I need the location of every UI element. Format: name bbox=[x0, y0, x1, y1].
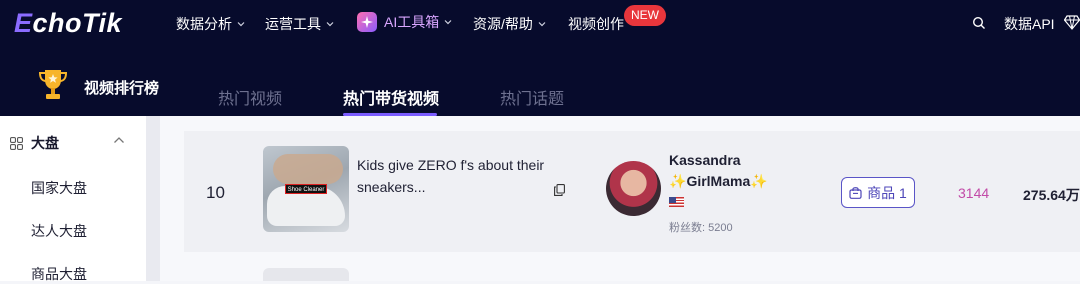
metric-value-a: 3144 bbox=[958, 185, 990, 201]
products-button[interactable]: 商品 1 bbox=[841, 177, 915, 208]
nav-label: 数据分析 bbox=[176, 16, 232, 32]
chevron-down-icon bbox=[538, 22, 546, 27]
video-title[interactable]: Kids give ZERO f's about their sneakers.… bbox=[357, 154, 557, 198]
sidebar-item-country[interactable]: 国家大盘 bbox=[31, 178, 87, 198]
sidebar-scrollbar[interactable] bbox=[146, 116, 160, 281]
rank-number: 10 bbox=[206, 183, 225, 202]
thumbnail-caption: Shoe Cleaner bbox=[285, 184, 327, 194]
nav-video-creation[interactable]: 视频创作 bbox=[568, 14, 624, 34]
nav-ops-tools[interactable]: 运营工具 bbox=[265, 14, 335, 34]
sparkle-icon: ✨ bbox=[669, 173, 687, 189]
us-flag-icon bbox=[669, 197, 684, 207]
next-row-thumbnail bbox=[263, 268, 349, 281]
trophy-icon bbox=[38, 70, 68, 99]
nav-resources-help[interactable]: 资源/帮助 bbox=[473, 14, 547, 34]
logo[interactable]: EchoTik bbox=[14, 8, 122, 39]
chevron-down-icon bbox=[444, 20, 452, 25]
chevron-down-icon bbox=[237, 22, 245, 27]
tab-hot-topics[interactable]: 热门话题 bbox=[500, 85, 564, 109]
sparkle-icon bbox=[357, 12, 377, 32]
nav-label: 资源/帮助 bbox=[473, 16, 533, 32]
shopping-bag-icon bbox=[849, 187, 862, 199]
chevron-down-icon bbox=[326, 22, 334, 27]
video-thumbnail[interactable]: Shoe Cleaner bbox=[263, 146, 349, 232]
tab-hot-selling-videos[interactable]: 热门带货视频 bbox=[343, 85, 439, 109]
copy-icon[interactable] bbox=[554, 184, 565, 196]
new-badge: NEW bbox=[624, 5, 666, 26]
sidebar-item-creators[interactable]: 达人大盘 bbox=[31, 221, 87, 241]
creator-name[interactable]: Kassandra bbox=[669, 152, 741, 168]
nav-label: 视频创作 bbox=[568, 16, 624, 32]
page-title: 视频排行榜 bbox=[84, 80, 160, 97]
tab-hot-videos[interactable]: 热门视频 bbox=[218, 85, 282, 109]
sidebar-section-label: 大盘 bbox=[31, 135, 59, 151]
creator-handle-text: GirlMama bbox=[686, 173, 751, 189]
sidebar: 大盘 国家大盘 达人大盘 商品大盘 bbox=[0, 116, 146, 284]
top-navbar: EchoTik 数据分析 运营工具 AI工具箱 资源/帮助 视频创作 NEW 数… bbox=[0, 0, 1080, 46]
sidebar-section-header[interactable]: 大盘 bbox=[10, 133, 59, 153]
grid-icon bbox=[10, 136, 23, 150]
search-icon[interactable] bbox=[972, 16, 986, 30]
diamond-icon[interactable] bbox=[1064, 15, 1080, 30]
creator-handle: ✨GirlMama✨ bbox=[669, 173, 768, 190]
nav-label: AI工具箱 bbox=[384, 14, 440, 30]
metric-value-b: 275.64万 bbox=[1023, 187, 1080, 203]
chevron-up-icon[interactable] bbox=[113, 136, 125, 144]
followers-count: 粉丝数: 5200 bbox=[669, 222, 733, 234]
avatar[interactable] bbox=[606, 161, 661, 216]
nav-data-analysis[interactable]: 数据分析 bbox=[176, 14, 246, 34]
products-button-label: 商品 1 bbox=[867, 184, 907, 201]
sparkle-icon: ✨ bbox=[750, 173, 768, 189]
sidebar-item-products[interactable]: 商品大盘 bbox=[31, 264, 87, 284]
nav-label: 运营工具 bbox=[265, 16, 321, 32]
data-api-link[interactable]: 数据API bbox=[1004, 14, 1055, 34]
nav-ai-toolbox[interactable]: AI工具箱 bbox=[357, 12, 453, 32]
